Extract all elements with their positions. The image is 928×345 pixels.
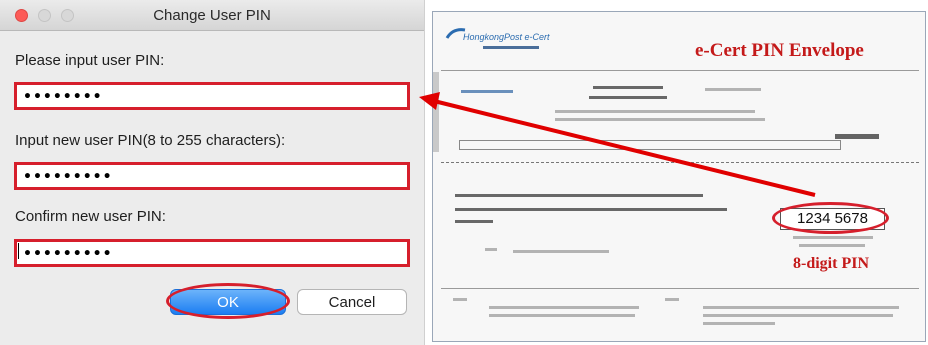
- note-text-en-3: [703, 322, 775, 325]
- sample-pin-ring: [772, 202, 889, 234]
- token-text: [513, 250, 609, 253]
- mini-logo: [461, 90, 513, 93]
- note-label-en: [665, 298, 679, 301]
- confirm-pin-field[interactable]: •••••••••: [14, 239, 410, 267]
- current-pin-field[interactable]: ••••••••: [14, 82, 410, 110]
- title-bar[interactable]: Change User PIN: [0, 0, 424, 31]
- tear-line: [441, 162, 919, 163]
- note-label: [453, 298, 467, 301]
- note-text-1: [489, 306, 639, 309]
- envelope-side-stripe: [433, 72, 439, 152]
- current-pin-value: ••••••••: [23, 89, 103, 105]
- pin-digit-label: 8-digit PIN: [793, 255, 869, 272]
- english-instruction-2: [455, 220, 493, 223]
- envelope-brand: HongkongPost e-Cert: [463, 32, 550, 42]
- note-text-en-1: [703, 306, 899, 309]
- confirm-pin-value: •••••••••: [23, 246, 113, 262]
- change-pin-dialog: Change User PIN Please input user PIN: •…: [0, 0, 425, 345]
- certizen-logo: [835, 134, 879, 139]
- hotline-text-2: [555, 118, 765, 121]
- note-text-2: [489, 314, 635, 317]
- confirm-pin-label: Confirm new user PIN:: [15, 208, 166, 225]
- footer-rule: [441, 288, 919, 289]
- cancel-button[interactable]: Cancel: [297, 289, 407, 315]
- chinese-instruction: [455, 194, 703, 197]
- mini-title: [593, 86, 663, 89]
- hotline-text-1: [555, 110, 755, 113]
- mini-subtitle: [589, 96, 667, 99]
- ref-no-text: [705, 88, 761, 91]
- envelope-heading: e-Cert PIN Envelope: [695, 40, 864, 61]
- note-text-en-2: [703, 314, 893, 317]
- pin-envelope-image: HongkongPost e-Cert e-Cert PIN Envelope …: [432, 11, 926, 342]
- hongkongpost-logo: HongkongPost e-Cert: [445, 28, 550, 49]
- new-pin-field[interactable]: •••••••••: [14, 162, 410, 190]
- ok-highlight-ring: [166, 283, 290, 319]
- pin-caption-1: [793, 236, 873, 239]
- new-pin-value: •••••••••: [23, 169, 113, 185]
- dialog-title: Change User PIN: [153, 7, 271, 24]
- warning-box: [459, 140, 841, 150]
- new-pin-label: Input new user PIN(8 to 255 characters):: [15, 132, 286, 149]
- pin-caption-2: [799, 244, 865, 247]
- current-pin-label: Please input user PIN:: [15, 52, 165, 69]
- english-instruction-1: [455, 208, 727, 211]
- envelope-rule: [441, 70, 919, 71]
- bullet-icon: [485, 248, 497, 251]
- text-caret: [18, 242, 19, 259]
